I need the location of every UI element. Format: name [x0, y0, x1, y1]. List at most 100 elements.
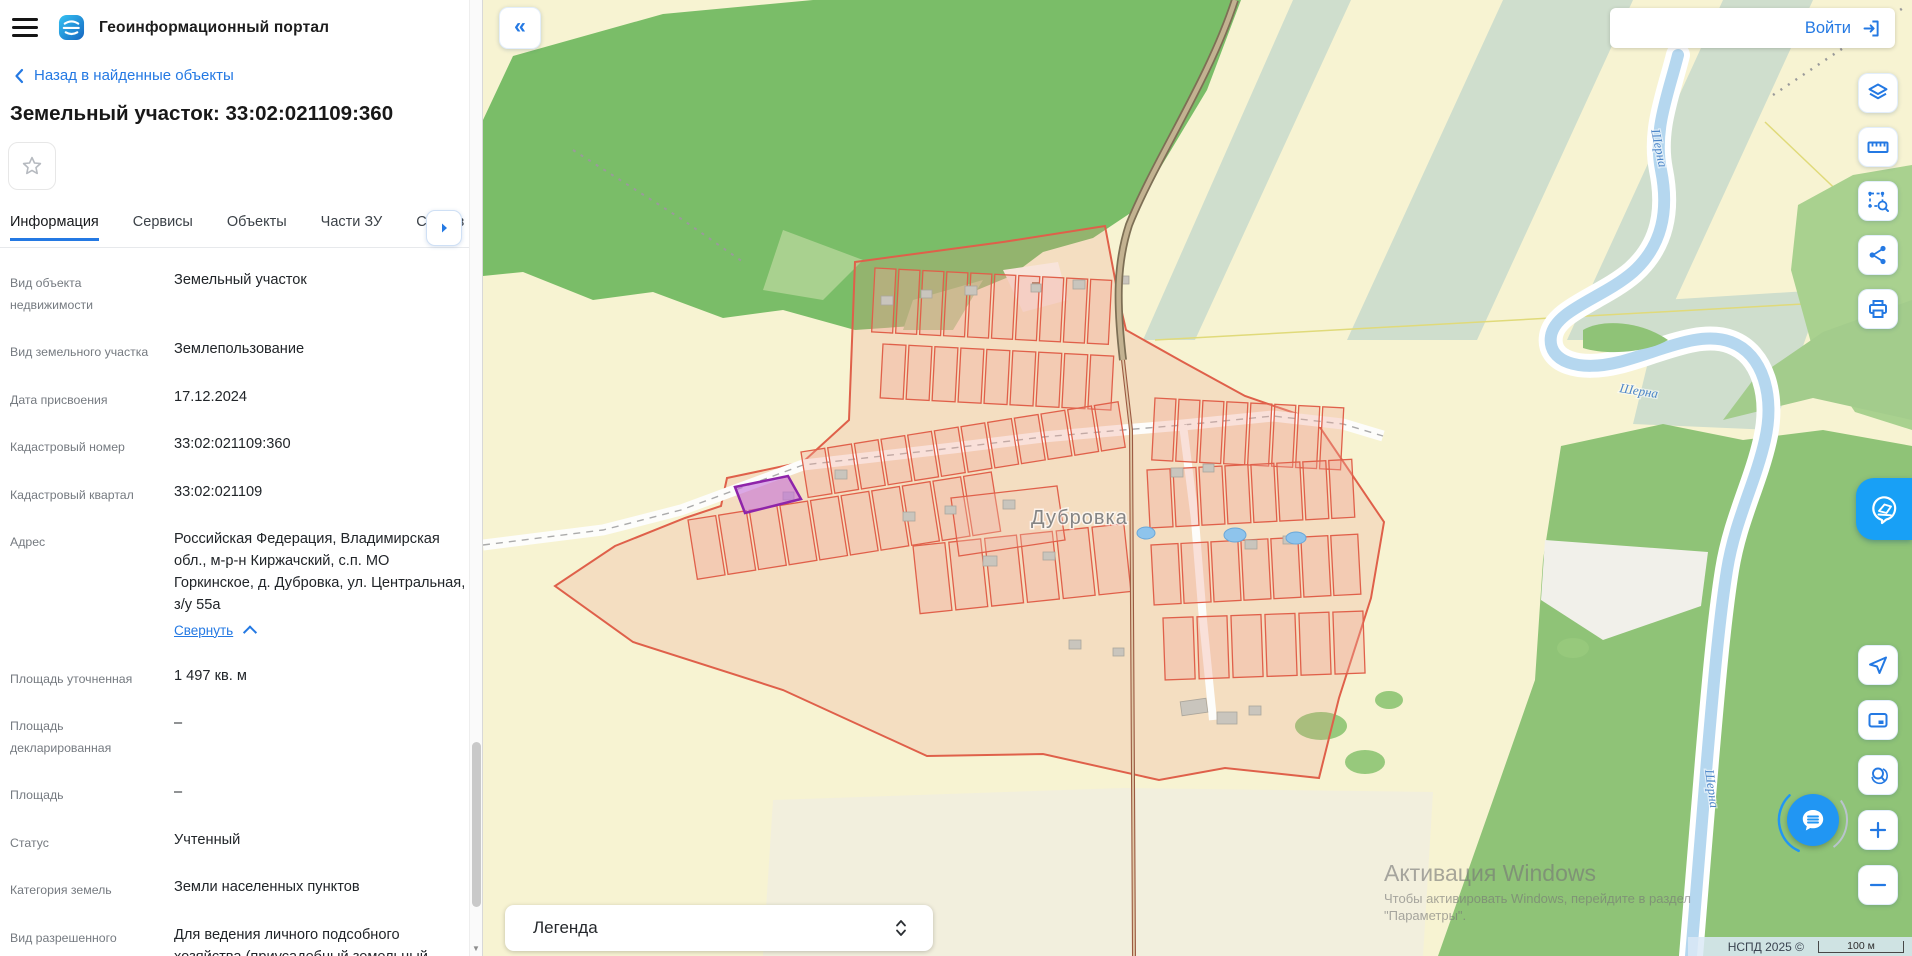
map-flyout-button[interactable] [1856, 478, 1912, 540]
minus-icon [1867, 874, 1889, 896]
tabs: ИнформацияСервисыОбъектыЧасти ЗУСостав [0, 208, 470, 248]
field-value: Земельный участок [162, 270, 466, 316]
field-label: Площадь [10, 782, 162, 807]
hamburger-menu-icon[interactable] [12, 18, 38, 37]
field-row: Кадастровый номер33:02:021109:360 [10, 434, 466, 459]
field-label: Статус [10, 830, 162, 855]
map-canvas[interactable]: Дубровка Шерна Шерна Шерна « Войти [483, 0, 1912, 956]
basemap-svg: Дубровка Шерна Шерна Шерна [483, 0, 1912, 956]
minimap-icon [1866, 708, 1890, 732]
map-nav-controls [1858, 645, 1898, 920]
print-icon [1866, 297, 1890, 321]
chat-button[interactable] [1787, 794, 1839, 846]
zoom-in-button[interactable] [1858, 810, 1898, 850]
field-row: Вид объекта недвижимостиЗемельный участо… [10, 270, 466, 316]
expand-collapse-icon [891, 917, 911, 939]
field-row: АдресРоссийская Федерация, Владимирская … [10, 529, 466, 642]
tab-4[interactable]: Части ЗУ [321, 208, 383, 241]
locate-arrow-icon [1866, 653, 1890, 677]
zoom-out-button[interactable] [1858, 865, 1898, 905]
legend-label: Легенда [533, 918, 598, 938]
app-title: Геоинформационный портал [99, 19, 329, 37]
scrollbar-thumb[interactable] [472, 742, 481, 907]
field-label: Площадь уточненная [10, 666, 162, 691]
field-value: Учтенный [162, 830, 466, 855]
legend-bar[interactable]: Легенда [505, 905, 933, 951]
field-row: Площадь уточненная1 497 кв. м [10, 666, 466, 691]
scale-bar: 100 м [1818, 941, 1904, 953]
field-row: Дата присвоения17.12.2024 [10, 387, 466, 412]
tab-3[interactable]: Объекты [227, 208, 287, 241]
field-value: Землепользование [162, 339, 466, 364]
scrollbar-down-arrow[interactable]: ▼ [472, 944, 480, 953]
ruler-icon [1866, 135, 1890, 159]
collapse-sidebar-button[interactable]: « [499, 7, 541, 49]
field-label: Вид объекта недвижимости [10, 270, 162, 316]
field-value: Для ведения личного подсобного хозяйства… [162, 925, 466, 956]
field-label: Площадь декларированная [10, 713, 162, 759]
search-location-icon [1866, 763, 1890, 787]
layers-icon [1866, 81, 1890, 105]
field-row: Площадь– [10, 782, 466, 807]
field-row: Категория земельЗемли населенных пунктов [10, 877, 466, 902]
login-label: Войти [1805, 19, 1851, 38]
print-button[interactable] [1858, 289, 1898, 329]
village-label: Дубровка [1031, 507, 1128, 529]
favorite-button[interactable] [8, 142, 56, 190]
sidebar-header: Геоинформационный портал [0, 0, 470, 41]
info-fields: Вид объекта недвижимостиЗемельный участо… [0, 248, 470, 956]
area-search-button[interactable] [1858, 181, 1898, 221]
page-title: Земельный участок: 33:02:021109:360 [10, 102, 470, 126]
field-value: Земли населенных пунктов [162, 877, 466, 902]
minimap-button[interactable] [1858, 700, 1898, 740]
tab-2[interactable]: Сервисы [133, 208, 193, 241]
star-icon [20, 154, 44, 178]
field-value: 33:02:021109:360 [162, 434, 466, 459]
share-button[interactable] [1858, 235, 1898, 275]
area-search-icon [1866, 189, 1890, 213]
field-row: Площадь декларированная– [10, 713, 466, 759]
field-value: 33:02:021109 [162, 482, 466, 507]
locate-button[interactable] [1858, 645, 1898, 685]
portal-logo [58, 14, 85, 41]
double-chevron-left-icon: « [514, 15, 526, 39]
back-link[interactable]: Назад в найденные объекты [14, 67, 470, 84]
layers-button[interactable] [1858, 73, 1898, 113]
field-value: – [162, 713, 466, 759]
field-row: СтатусУчтенный [10, 830, 466, 855]
field-label: Адрес [10, 529, 162, 642]
measure-button[interactable] [1858, 127, 1898, 167]
geoportal-app: Дубровка Шерна Шерна Шерна « Войти [0, 0, 1912, 956]
chevron-up-icon [243, 625, 257, 639]
sidebar: Геоинформационный портал Назад в найденн… [0, 0, 483, 956]
field-value: 17.12.2024 [162, 387, 466, 412]
login-button[interactable]: Войти [1610, 8, 1895, 48]
field-row: Вид разрешенного использованияДля ведени… [10, 925, 466, 956]
field-value: – [162, 782, 466, 807]
collapse-address-link[interactable]: Свернуть [174, 621, 255, 641]
sidebar-scrollbar[interactable]: ▼ [469, 0, 482, 956]
chevron-left-icon [14, 68, 24, 84]
field-label: Кадастровый квартал [10, 482, 162, 507]
field-label: Категория земель [10, 877, 162, 902]
chat-bubble-icon [1799, 806, 1827, 834]
tab-1[interactable]: Информация [10, 208, 99, 241]
field-value: Российская Федерация, Владимирская обл.,… [162, 529, 466, 642]
next-tabs-button[interactable] [426, 210, 462, 246]
search-location-button[interactable] [1858, 755, 1898, 795]
field-label: Кадастровый номер [10, 434, 162, 459]
field-label: Вид земельного участка [10, 339, 162, 364]
field-label: Дата присвоения [10, 387, 162, 412]
map-footer: НСПД 2025 © 100 м [1688, 937, 1912, 956]
chat-widget [1776, 783, 1850, 857]
attribution: НСПД 2025 © [1728, 940, 1804, 954]
login-icon [1861, 18, 1882, 39]
map-pin-polygon-icon [1868, 493, 1900, 525]
plus-icon [1867, 819, 1889, 841]
chevron-right-icon [438, 222, 450, 234]
map-toolbar [1858, 73, 1898, 329]
share-icon [1866, 243, 1890, 267]
field-value: 1 497 кв. м [162, 666, 466, 691]
field-row: Кадастровый квартал33:02:021109 [10, 482, 466, 507]
tabs-row: ИнформацияСервисыОбъектыЧасти ЗУСостав [0, 208, 470, 247]
